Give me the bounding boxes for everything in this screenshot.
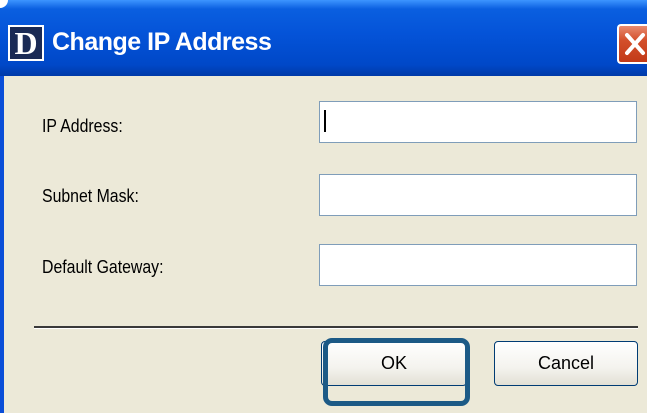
cancel-button[interactable]: Cancel [494,341,638,386]
d-logo-icon: D [8,25,44,61]
title-bar[interactable]: D Change IP Address [0,0,647,76]
text-caret [324,110,326,132]
close-button[interactable] [617,24,647,64]
ip-address-label: IP Address: [42,116,123,136]
change-ip-dialog: D Change IP Address IP Address: Subnet M… [0,0,647,413]
dialog-title: Change IP Address [52,28,272,56]
default-gateway-input[interactable] [319,244,637,286]
ok-button[interactable]: OK [321,341,467,386]
ip-address-input[interactable] [319,101,637,143]
subnet-mask-label: Subnet Mask: [42,186,139,206]
default-gateway-label: Default Gateway: [42,257,164,277]
subnet-mask-input[interactable] [319,174,637,216]
close-icon [625,33,645,55]
separator-line [34,326,638,329]
